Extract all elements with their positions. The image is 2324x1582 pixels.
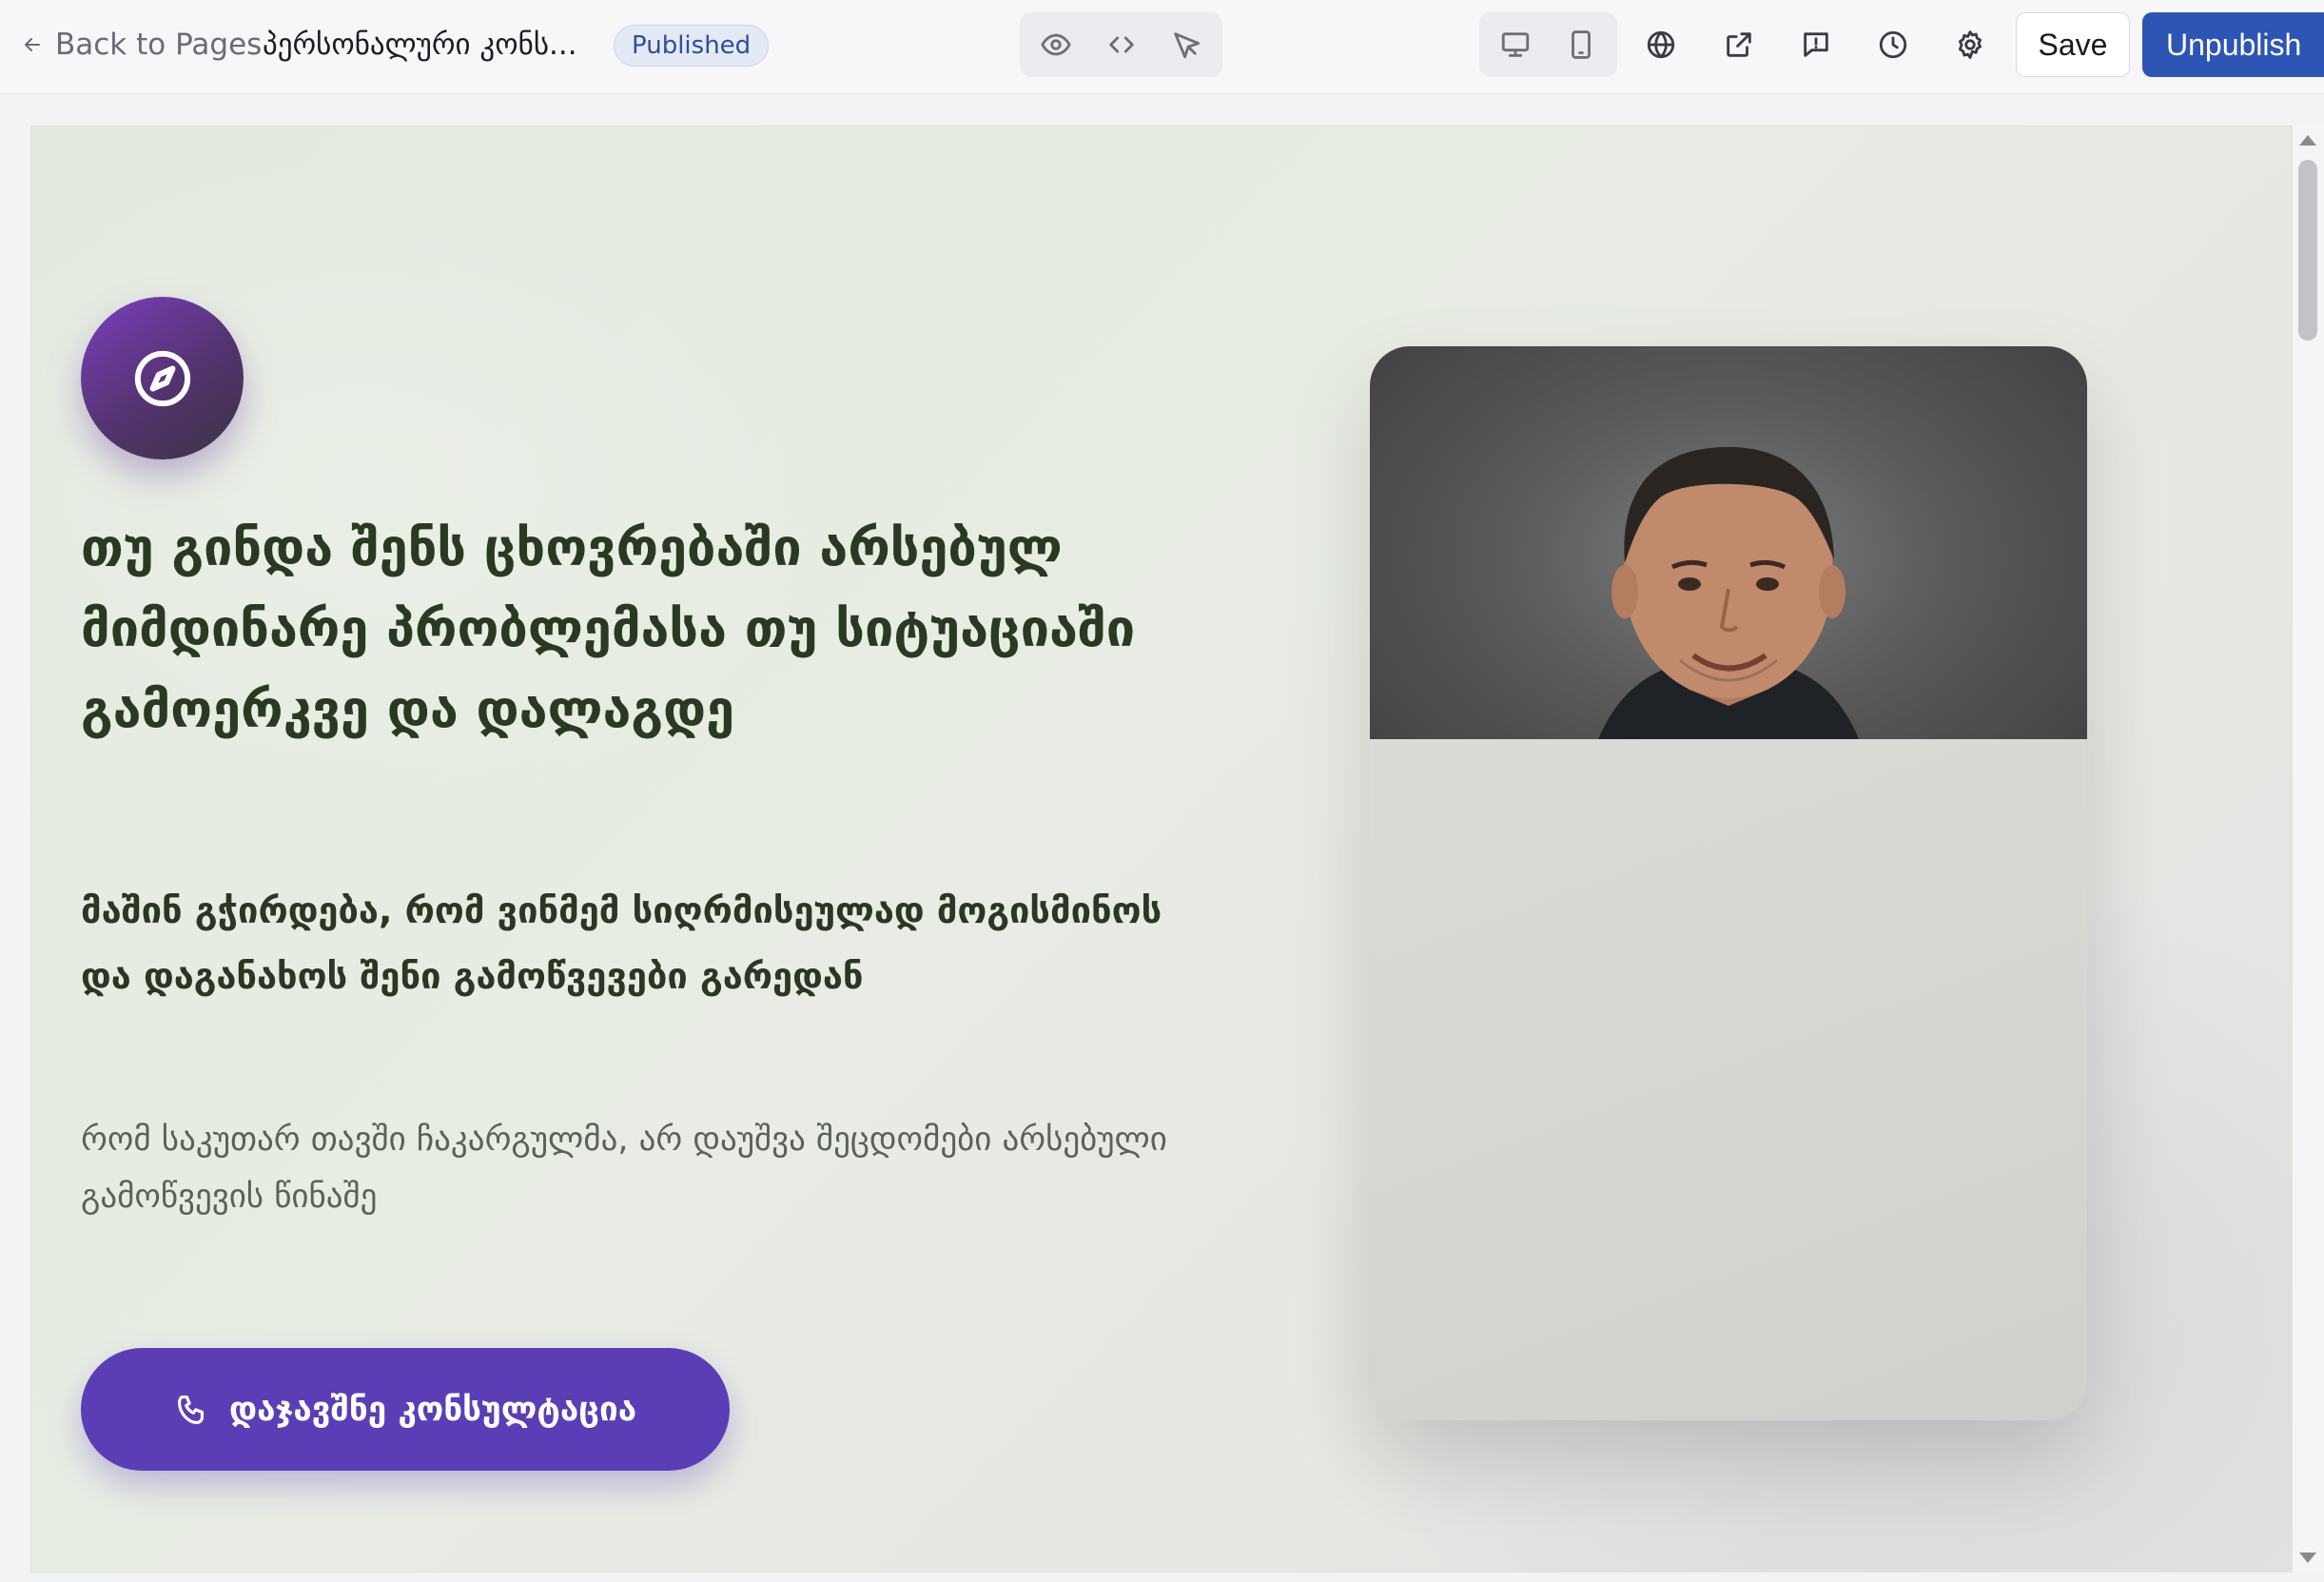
external-link-icon: [1727, 32, 1751, 57]
globe-icon: [1647, 30, 1675, 59]
gear-icon: [1958, 30, 1982, 59]
editor-toolbar: Back to Pages პერსონალური კონს... Publis…: [0, 0, 2324, 94]
portrait-illustration: [1598, 446, 1859, 739]
desktop-view-button[interactable]: [1493, 22, 1538, 68]
portrait-card: [1370, 346, 2087, 1420]
hero-subheadline: მაშინ გჭირდება, რომ ვინმემ სიღრმისეულად …: [81, 889, 1162, 997]
code-view-button[interactable]: [1099, 22, 1144, 68]
save-button[interactable]: Save: [2016, 12, 2130, 77]
hero-icon-badge: [81, 297, 244, 459]
canvas-scrollbar[interactable]: [2293, 126, 2324, 1572]
arrow-left-icon: [25, 38, 40, 51]
unpublish-button[interactable]: Unpublish: [2142, 12, 2324, 77]
clock-icon: [1879, 30, 1907, 59]
select-tool-button[interactable]: [1163, 22, 1209, 68]
preview-button[interactable]: [1033, 22, 1079, 68]
editor-mode-group: [1020, 12, 1222, 77]
cursor-icon: [1174, 32, 1201, 59]
device-toggle-group: [1479, 12, 1617, 77]
scroll-down-arrow-icon[interactable]: [2299, 1553, 2316, 1563]
back-to-pages-label: Back to Pages: [55, 28, 263, 62]
scroll-up-arrow-icon[interactable]: [2299, 135, 2316, 146]
mobile-view-button[interactable]: [1558, 22, 1604, 68]
comment-icon: [1804, 32, 1828, 57]
history-button[interactable]: [1870, 22, 1916, 68]
scroll-thumb[interactable]: [2298, 160, 2317, 341]
hero-body-text: რომ საკუთარ თავში ჩაკარგულმა, არ დაუშვა …: [81, 1121, 1167, 1216]
desktop-icon: [1501, 32, 1530, 57]
open-external-button[interactable]: [1716, 22, 1762, 68]
mobile-icon: [1572, 30, 1591, 59]
page-canvas: თუ გინდა შენს ცხოვრებაში არსებულ მიმდინა…: [30, 126, 2293, 1572]
code-icon: [1109, 36, 1134, 53]
phone-icon: [177, 1395, 204, 1424]
compass-icon: [134, 350, 190, 406]
comments-button[interactable]: [1793, 22, 1839, 68]
book-consultation-button[interactable]: დაჯავშნე კონსულტაცია: [81, 1348, 730, 1471]
portrait-photo: [1370, 346, 2087, 739]
page-title: პერსონალური კონს...: [263, 28, 577, 62]
status-badge: Published: [614, 25, 770, 67]
hero-headline: თუ გინდა შენს ცხოვრებაში არსებულ მიმდინა…: [81, 518, 1136, 739]
language-button[interactable]: [1638, 22, 1684, 68]
cta-label: დაჯავშნე კონსულტაცია: [228, 1390, 637, 1429]
eye-icon: [1041, 33, 1071, 56]
back-to-pages-link[interactable]: Back to Pages: [21, 0, 262, 89]
settings-button[interactable]: [1947, 22, 1993, 68]
